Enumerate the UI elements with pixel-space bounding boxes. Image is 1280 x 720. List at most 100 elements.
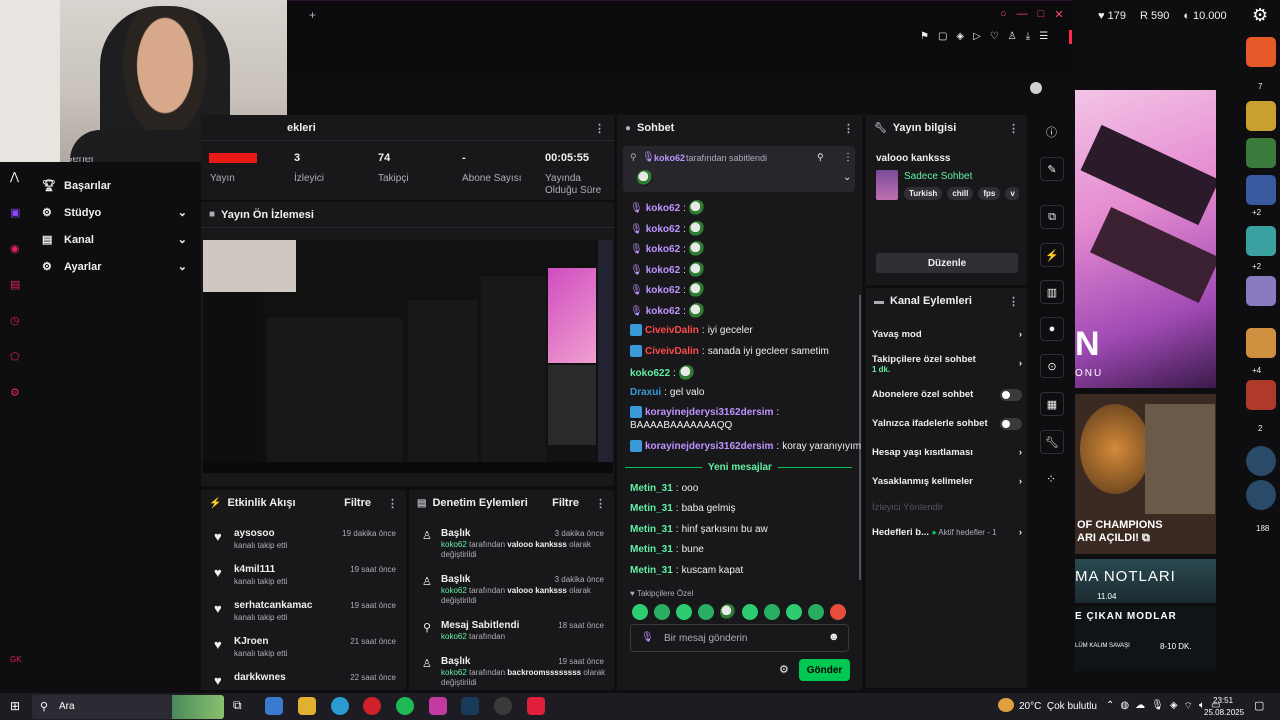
steam-icon[interactable] (461, 697, 479, 715)
emote-icon[interactable] (764, 604, 780, 620)
emote-icon[interactable] (808, 604, 824, 620)
preview-video[interactable] (203, 240, 613, 473)
rail-settings-icon[interactable]: ⚙ (10, 386, 20, 399)
action-emote-only[interactable]: Yalnızca ifadelerle sohbet (872, 418, 1022, 430)
crop-icon[interactable]: ▢ (938, 31, 947, 42)
user-icon[interactable]: ♙ (1008, 31, 1017, 42)
stream-info-menu-icon[interactable]: ⋮ (1008, 122, 1019, 135)
broadcast-icon[interactable]: ⊙ (1040, 354, 1064, 378)
bolt-action-icon[interactable]: ⚡ (1040, 243, 1064, 267)
layout-icon[interactable]: ▦ (1040, 392, 1064, 416)
heart-icon[interactable]: ♡ (990, 31, 999, 42)
rail-home-icon[interactable]: ⋀ (10, 170, 20, 183)
rail-avatar[interactable] (1246, 175, 1276, 205)
file-explorer-icon[interactable] (298, 697, 316, 715)
moderation-filter-button[interactable]: Filtre (552, 497, 579, 509)
chevron-up-icon[interactable]: ⌃ (1106, 700, 1114, 713)
chevron-down-icon[interactable]: ⌄ (843, 172, 851, 183)
sidebar-item-ayarlar[interactable]: ⚙ Ayarlar ⌄ (32, 253, 197, 280)
shield-icon[interactable]: ◈ (956, 31, 964, 42)
moderation-menu-icon[interactable]: ⋮ (595, 497, 606, 510)
emote-icon[interactable] (786, 604, 802, 620)
maximize-icon[interactable]: □ (1038, 8, 1045, 21)
channel-actions-menu-icon[interactable]: ⋮ (1008, 295, 1019, 308)
download-icon[interactable]: ⤓ (1026, 31, 1030, 42)
notes-icon[interactable]: ▥ (1040, 280, 1064, 304)
stats-menu-icon[interactable]: ⋮ (594, 122, 605, 135)
pinned-menu-icon[interactable]: ⋮ (843, 152, 853, 163)
rail-avatar[interactable] (1246, 101, 1276, 131)
taskbar-time[interactable]: 23:51 (1213, 696, 1233, 705)
tray-app-icon[interactable]: ◍ (1120, 700, 1129, 713)
emote-icon[interactable] (676, 604, 692, 620)
action-subs-only[interactable]: Abonelere özel sohbet (872, 389, 1022, 401)
emote-icon[interactable] (830, 604, 846, 620)
rail-avatar[interactable] (1246, 226, 1276, 256)
opera-icon[interactable] (363, 697, 381, 715)
dock-toggle-icon[interactable] (1030, 82, 1042, 94)
rail-gift-icon[interactable]: ⬠ (10, 350, 20, 363)
edit-button[interactable]: Düzenle (876, 253, 1018, 273)
chat-input[interactable]: 🎙︎ Bir mesaj gönderin ☻ (630, 624, 849, 652)
tag[interactable]: Turkish (904, 187, 943, 200)
edit-pencil-icon[interactable]: ✎ (1040, 157, 1064, 181)
rail-record-icon[interactable]: ◉ (10, 242, 20, 255)
info-icon[interactable]: ⓘ (1046, 124, 1057, 140)
action-goals[interactable]: Hedefleri b... ● Aktif hedefler - 1 › (872, 527, 1022, 538)
rail-avatar[interactable] (1246, 138, 1276, 168)
unpin-icon[interactable]: ⚲ (817, 152, 824, 163)
edge-icon[interactable] (331, 697, 349, 715)
category-name[interactable]: Sadece Sohbet (904, 171, 972, 182)
clip-icon[interactable]: ⧉ (1040, 205, 1064, 229)
chat-menu-icon[interactable]: ⋮ (843, 122, 854, 135)
emote-icon[interactable] (632, 604, 648, 620)
tray-app2-icon[interactable]: ◈ (1170, 700, 1178, 713)
windows-start-icon[interactable]: ⊞ (10, 699, 20, 713)
action-slow-mode[interactable]: Yavaş mod › (872, 329, 1022, 340)
tag[interactable]: v (1005, 187, 1019, 200)
chat-settings-icon[interactable]: ⚙ (779, 663, 789, 676)
instagram-icon[interactable] (429, 697, 447, 715)
play-icon[interactable]: ▷ (973, 31, 981, 42)
tray-mic-icon[interactable]: 🎙︎ (1151, 700, 1164, 713)
activity-filter-button[interactable]: Filtre (344, 497, 371, 509)
notification-icon[interactable]: ▢ (1254, 699, 1264, 712)
emoji-icon[interactable]: ☻ (828, 631, 840, 643)
emote-icon[interactable] (698, 604, 714, 620)
taskbar-date[interactable]: 25.08.2025 (1204, 708, 1244, 717)
spotify-icon[interactable] (396, 697, 414, 715)
action-followers-only[interactable]: Takipçilere özel sohbet › 1 dk. (872, 354, 1022, 374)
rail-clock-icon[interactable]: ◷ (10, 314, 20, 327)
rail-avatar[interactable] (1246, 380, 1276, 410)
pinned-message[interactable]: ⚲ 🎙︎ koko62 tarafından sabitlendi ⚲ ⋮ ⌄ (623, 146, 855, 192)
emote-only-toggle[interactable] (1000, 418, 1022, 430)
sidebar-item-basarilar[interactable]: 🏆︎ Başarılar (32, 172, 197, 199)
chat-action-icon[interactable]: ● (1040, 317, 1064, 341)
new-tab-icon[interactable]: + (309, 8, 316, 22)
rail-avatar[interactable] (1246, 328, 1276, 358)
rail-avatar[interactable] (1246, 276, 1276, 306)
tray-cloud-icon[interactable]: ☁ (1135, 700, 1145, 713)
taskbar-search[interactable]: ⚲ Ara (32, 695, 224, 719)
subs-only-toggle[interactable] (1000, 389, 1022, 401)
tag[interactable]: fps (978, 187, 1001, 200)
minimize-icon[interactable]: — (1017, 8, 1028, 21)
rail-avatar[interactable] (1246, 446, 1276, 476)
tools-icon[interactable]: 🔧︎ (1040, 430, 1064, 454)
app-icon[interactable] (527, 697, 545, 715)
pin-icon[interactable]: ⚑ (920, 31, 929, 42)
search-icon[interactable]: ○ (1000, 8, 1007, 21)
wifi-icon[interactable]: ⌔ (1184, 700, 1193, 713)
send-button[interactable]: Gönder (799, 659, 850, 681)
extensions-icon[interactable]: ⁘ (1046, 472, 1056, 486)
emote-icon[interactable] (720, 604, 736, 620)
chat-scrollbar[interactable] (859, 295, 861, 580)
rail-avatar[interactable] (1246, 37, 1276, 67)
activity-menu-icon[interactable]: ⋮ (387, 497, 398, 510)
rail-avatar[interactable] (1246, 480, 1276, 510)
weather-text[interactable]: 20°C Çok bulutlu (1019, 701, 1097, 712)
taskbar-app-icon[interactable] (265, 697, 283, 715)
list-icon[interactable]: ☰ (1039, 31, 1048, 42)
emote-icon[interactable] (654, 604, 670, 620)
action-account-age[interactable]: Hesap yaşı kısıtlaması › (872, 447, 1022, 458)
